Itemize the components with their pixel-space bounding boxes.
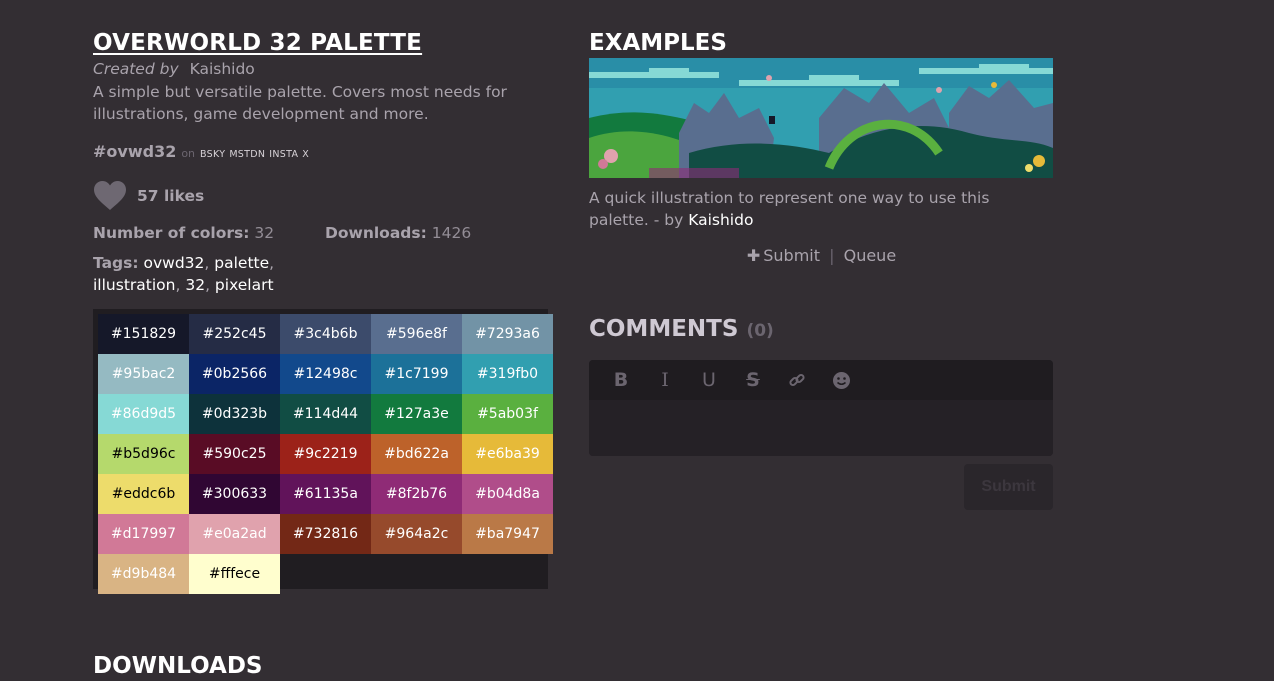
color-swatch[interactable]: #300633 [189, 474, 280, 514]
caption-author-link[interactable]: Kaishido [688, 211, 753, 229]
color-swatch[interactable]: #e6ba39 [462, 434, 553, 474]
color-swatch[interactable]: #bd622a [371, 434, 462, 474]
social-links: BSKY MSTDN INSTA X [200, 149, 313, 160]
author-name: Kaishido [189, 60, 255, 78]
social-link-bsky[interactable]: BSKY [200, 149, 225, 160]
color-swatch[interactable]: #7293a6 [462, 314, 553, 354]
color-swatch[interactable]: #5ab03f [462, 394, 553, 434]
color-swatch[interactable]: #d9b484 [98, 554, 189, 594]
examples-title: EXAMPLES [589, 30, 727, 56]
emoji-icon[interactable] [819, 360, 863, 400]
comments-title: COMMENTS (0) [589, 314, 1054, 346]
color-swatch[interactable]: #95bac2 [98, 354, 189, 394]
color-swatch[interactable]: #ba7947 [462, 514, 553, 554]
example-illustration[interactable] [589, 58, 1053, 178]
comment-editor: B I U S [589, 360, 1053, 456]
color-swatch[interactable]: #e0a2ad [189, 514, 280, 554]
color-count-label: Number of colors: [93, 224, 250, 242]
color-swatch[interactable]: #12498c [280, 354, 371, 394]
strikethrough-button[interactable]: S [731, 360, 775, 400]
download-count-label: Downloads: [325, 224, 427, 242]
color-swatch[interactable]: #732816 [280, 514, 371, 554]
likes-row: 57 likes [93, 179, 558, 213]
social-link-insta[interactable]: INSTA [269, 149, 298, 160]
download-count: Downloads: 1426 [325, 223, 557, 243]
color-count: Number of colors: 32 [93, 223, 325, 243]
bold-button[interactable]: B [599, 360, 643, 400]
color-count-value: 32 [254, 224, 275, 242]
color-swatch[interactable]: #0d323b [189, 394, 280, 434]
tag-link[interactable]: ovwd32 [144, 254, 205, 272]
underline-button[interactable]: U [687, 360, 731, 400]
palette-description: A simple but versatile palette. Covers m… [93, 83, 507, 123]
palette-stats: Number of colors: 32 Downloads: 1426 [93, 223, 558, 243]
palette-swatch-grid: #151829 #252c45 #3c4b6b #596e8f #7293a6 #95ba… [93, 309, 553, 594]
separator: | [829, 246, 835, 265]
downloads-heading: DOWNLOADS [93, 653, 263, 679]
heart-icon[interactable] [93, 180, 127, 212]
color-swatch[interactable]: #d17997 [98, 514, 189, 554]
plus-icon: ✚ [746, 246, 761, 265]
color-swatch[interactable]: #86d9d5 [98, 394, 189, 434]
color-swatch[interactable]: #319fb0 [462, 354, 553, 394]
color-swatch[interactable]: #151829 [98, 314, 189, 354]
color-swatch[interactable]: #8f2b76 [371, 474, 462, 514]
tags-label: Tags: [93, 254, 139, 272]
color-swatch[interactable]: #0b2566 [189, 354, 280, 394]
color-swatch[interactable]: #252c45 [189, 314, 280, 354]
caption-text: A quick illustration to represent one wa… [589, 189, 990, 229]
submit-queue-row: ✚ Submit | Queue [589, 246, 1054, 265]
created-by: Created by Kaishido [93, 59, 558, 79]
created-by-label: Created by [93, 60, 179, 78]
color-swatch[interactable]: #590c25 [189, 434, 280, 474]
tags-list: Tags: ovwd32, palette, illustration, 32,… [93, 254, 275, 294]
tag-link[interactable]: 32 [185, 276, 205, 294]
color-swatch[interactable]: #964a2c [371, 514, 462, 554]
likes-count: 57 likes [137, 187, 205, 205]
color-swatch[interactable]: #596e8f [371, 314, 462, 354]
social-link-x[interactable]: X [302, 149, 309, 160]
color-swatch[interactable]: #114d44 [280, 394, 371, 434]
comment-submit-button[interactable]: Submit [964, 464, 1053, 510]
comments-count: (0) [746, 321, 774, 341]
download-count-value: 1426 [431, 224, 472, 242]
color-swatch[interactable]: #b5d96c [98, 434, 189, 474]
link-icon[interactable] [775, 360, 819, 400]
example-caption: A quick illustration to represent one wa… [589, 187, 1054, 231]
color-swatch[interactable]: #3c4b6b [280, 314, 371, 354]
tag-link[interactable]: pixelart [215, 276, 274, 294]
tag-link[interactable]: illustration [93, 276, 175, 294]
color-swatch[interactable]: #1c7199 [371, 354, 462, 394]
color-swatch[interactable]: #127a3e [371, 394, 462, 434]
color-swatch[interactable]: #fffece [189, 554, 280, 594]
queue-link[interactable]: Queue [844, 246, 897, 265]
page-title[interactable]: OVERWORLD 32 PALETTE [93, 28, 558, 58]
examples-comments-column: EXAMPLES A quick illustration to represe… [589, 28, 1054, 510]
color-swatch[interactable]: #b04d8a [462, 474, 553, 514]
italic-button[interactable]: I [643, 360, 687, 400]
color-swatch[interactable]: #eddc6b [98, 474, 189, 514]
color-swatch[interactable]: #61135a [280, 474, 371, 514]
on-label: on [181, 147, 196, 160]
submit-example-link[interactable]: Submit [763, 246, 820, 265]
color-swatch[interactable]: #9c2219 [280, 434, 371, 474]
hashtag: #ovwd32 [93, 142, 177, 161]
tag-link[interactable]: palette [214, 254, 269, 272]
editor-toolbar: B I U S [589, 360, 1053, 400]
palette-info-column: OVERWORLD 32 PALETTE Created by Kaishido… [93, 28, 558, 594]
comment-textarea[interactable] [589, 400, 1053, 456]
comments-heading: COMMENTS [589, 316, 739, 342]
hashtag-row: #ovwd32 on BSKY MSTDN INSTA X [93, 142, 558, 161]
social-link-mstdn[interactable]: MSTDN [229, 149, 265, 160]
